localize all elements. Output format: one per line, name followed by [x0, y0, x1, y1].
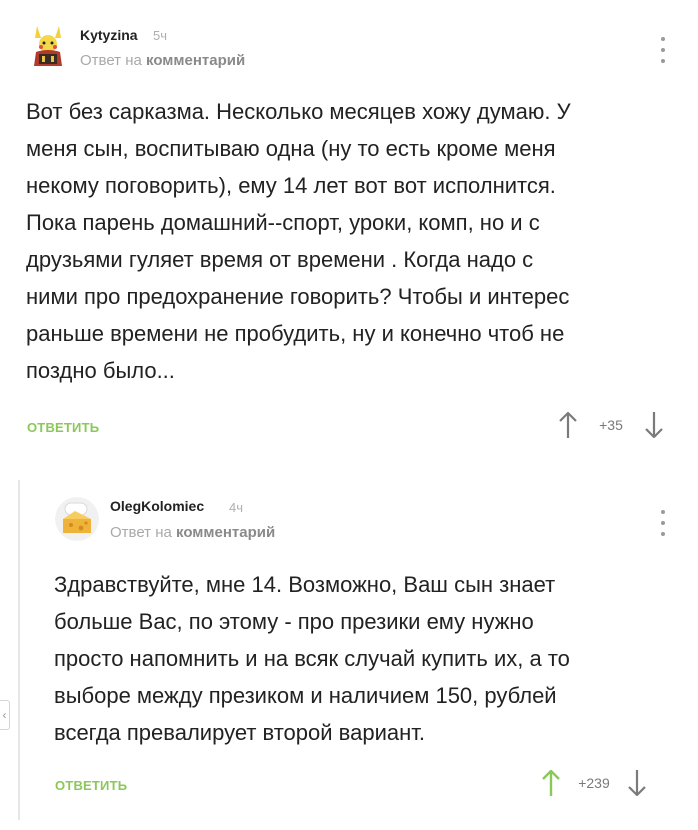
vote-controls: +35 — [557, 410, 665, 440]
arrow-up-icon[interactable] — [540, 768, 562, 798]
reply-to-prefix: Ответ на — [80, 52, 142, 69]
vote-controls: +239 — [540, 768, 648, 798]
reply-to-link[interactable]: Ответ на комментарий — [80, 52, 245, 69]
avatar[interactable] — [55, 497, 99, 541]
arrow-up-icon[interactable] — [557, 410, 579, 440]
arrow-down-icon[interactable] — [643, 410, 665, 440]
reply-to-prefix: Ответ на — [110, 524, 172, 541]
comment-time: 4ч — [229, 500, 244, 515]
avatar-image — [27, 22, 69, 70]
username[interactable]: OlegKolomiec — [110, 498, 204, 514]
comment-text: Здравствуйте, мне 14. Возможно, Ваш сын … — [54, 572, 570, 745]
vote-score: +35 — [599, 417, 623, 433]
avatar[interactable] — [27, 22, 69, 70]
arrow-down-icon[interactable] — [626, 768, 648, 798]
comment: Kytyzina 5ч Ответ на комментарий Вот без… — [0, 0, 698, 460]
kebab-menu-icon[interactable] — [660, 510, 666, 536]
reply-to-link[interactable]: Ответ на комментарий — [110, 524, 275, 541]
reply-button[interactable]: ОТВЕТИТЬ — [55, 778, 127, 793]
kebab-menu-icon[interactable] — [660, 37, 666, 63]
comment-time: 5ч — [153, 28, 168, 43]
username[interactable]: Kytyzina — [80, 27, 138, 43]
reply-to-target: комментарий — [146, 52, 246, 69]
reply-button[interactable]: ОТВЕТИТЬ — [27, 420, 99, 435]
reply-to-target: комментарий — [176, 524, 276, 541]
comment-text: Вот без сарказма. Несколько месяцев хожу… — [26, 99, 571, 383]
vote-score: +239 — [578, 775, 610, 791]
avatar-image — [55, 497, 99, 541]
